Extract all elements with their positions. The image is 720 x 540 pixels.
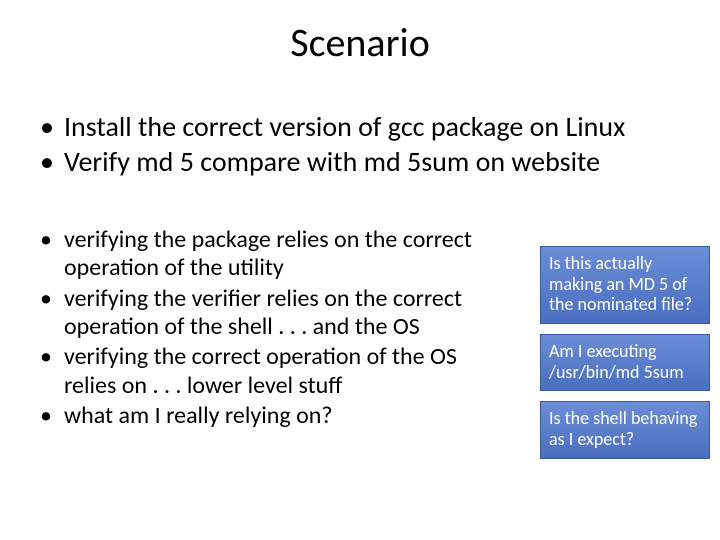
callout-box: Is this actually making an MD 5 of the n… — [540, 246, 710, 324]
callout-column: Is this actually making an MD 5 of the n… — [540, 246, 710, 459]
slide-title: Scenario — [0, 0, 720, 95]
top-bullet-list: Install the correct version of gcc packa… — [36, 110, 684, 178]
callout-box: Am I executing /usr/bin/md 5sum — [540, 334, 710, 391]
bullet-item: Install the correct version of gcc packa… — [36, 110, 684, 143]
callout-box: Is the shell behaving as I expect? — [540, 401, 710, 458]
bullet-item: Verify md 5 compare with md 5sum on webs… — [36, 145, 684, 178]
